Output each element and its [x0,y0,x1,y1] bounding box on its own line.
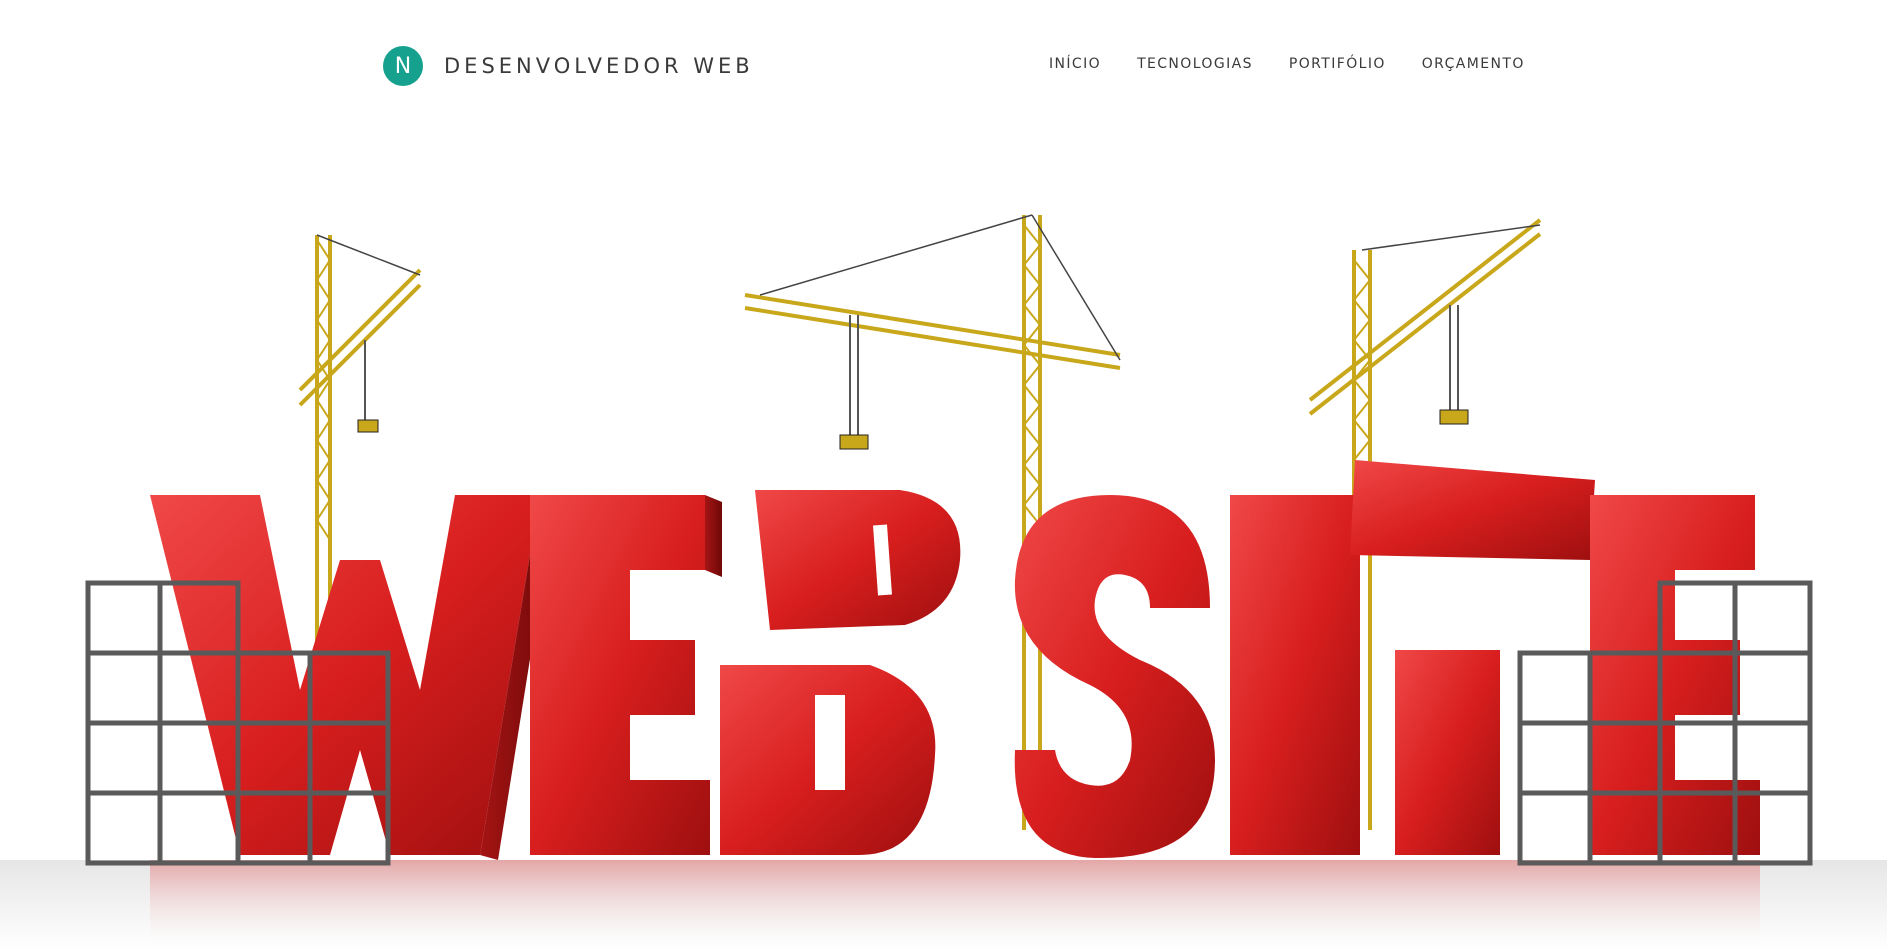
brand-logo: N [383,46,423,86]
nav-item-orcamento[interactable]: ORÇAMENTO [1422,56,1525,72]
nav-item-portifolio[interactable]: PORTIFÓLIO [1289,56,1386,72]
nav-item-inicio[interactable]: INÍCIO [1049,56,1101,72]
brand-link[interactable]: N DESENVOLVEDOR WEB [383,46,754,86]
brand-name: DESENVOLVEDOR WEB [444,54,754,78]
brand-logo-letter: N [394,53,412,79]
hero-image [0,130,1887,951]
website-construction-illustration [0,214,1887,951]
main-nav: INÍCIO TECNOLOGIAS PORTIFÓLIO ORÇAMENTO [1049,56,1561,72]
nav-item-tecnologias[interactable]: TECNOLOGIAS [1137,56,1253,72]
site-header: N DESENVOLVEDOR WEB INÍCIO TECNOLOGIAS P… [0,0,1887,130]
